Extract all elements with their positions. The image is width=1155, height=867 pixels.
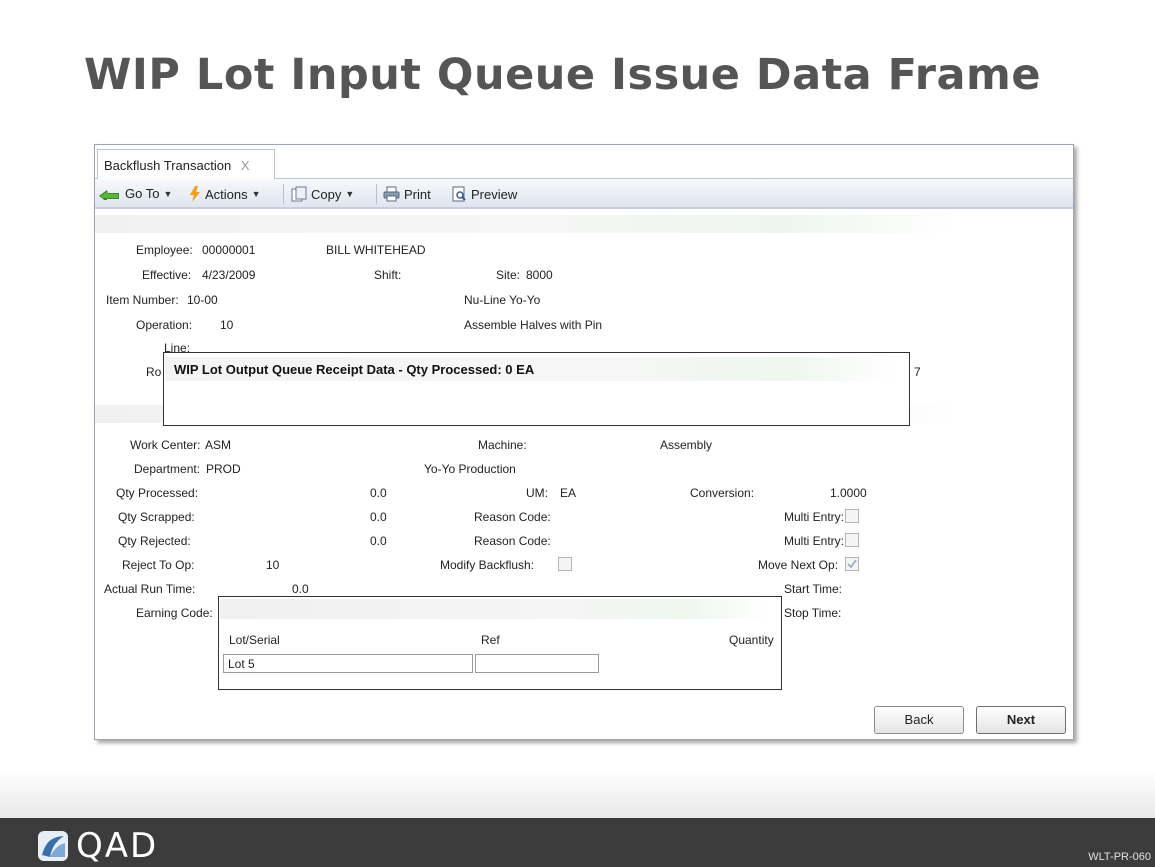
start-time-label: Start Time: xyxy=(784,582,843,596)
toolbar: Go To ▼ Actions ▼ Copy ▼ Print Preview xyxy=(95,179,1073,209)
conversion-label: Conversion: xyxy=(690,486,755,500)
popup-title: WIP Lot Output Queue Receipt Data - Qty … xyxy=(174,362,535,377)
lot-serial-popup: Lot/Serial Ref Quantity Lot 5 xyxy=(218,596,782,690)
chevron-down-icon: ▼ xyxy=(163,188,173,199)
back-button[interactable]: Back xyxy=(874,706,964,734)
um-label: UM: xyxy=(526,486,548,500)
preview-icon xyxy=(452,186,466,202)
next-button[interactable]: Next xyxy=(976,706,1066,734)
operation-value[interactable]: 10 xyxy=(220,318,233,332)
qty-processed-value[interactable]: 0.0 xyxy=(370,486,387,500)
preview-button[interactable]: Preview xyxy=(451,186,517,202)
actual-run-time-value[interactable]: 0.0 xyxy=(292,582,309,596)
earning-code-label: Earning Code: xyxy=(136,606,213,620)
quantity-column-header: Quantity xyxy=(729,633,774,647)
shift-label: Shift: xyxy=(374,268,402,282)
modify-backflush-label: Modify Backflush: xyxy=(440,558,535,572)
employee-label: Employee: xyxy=(136,243,193,257)
effective-value[interactable]: 4/23/2009 xyxy=(202,268,255,282)
section-band xyxy=(95,215,955,233)
item-number-value[interactable]: 10-00 xyxy=(187,293,218,307)
machine-label: Machine: xyxy=(478,438,527,452)
ref-column-header: Ref xyxy=(481,633,500,647)
copy-label: Copy xyxy=(311,186,342,202)
print-label: Print xyxy=(404,186,431,202)
item-description: Nu-Line Yo-Yo xyxy=(464,293,541,307)
multi-entry-checkbox[interactable] xyxy=(845,533,859,547)
qad-logo-text: QAD xyxy=(76,826,159,866)
move-next-op-checkbox[interactable] xyxy=(845,557,859,571)
copy-menu[interactable]: Copy ▼ xyxy=(291,186,354,202)
employee-value[interactable]: 00000001 xyxy=(202,243,255,257)
tab-label: Backflush Transaction xyxy=(104,158,232,173)
checkmark-icon xyxy=(847,559,857,569)
um-value[interactable]: EA xyxy=(560,486,576,500)
lightning-icon xyxy=(190,186,200,202)
department-label: Department: xyxy=(134,462,201,476)
reason-code-label: Reason Code: xyxy=(474,534,551,548)
printer-icon xyxy=(383,186,400,202)
slide-code: WLT-PR-060 xyxy=(1088,851,1151,863)
qty-processed-label: Qty Processed: xyxy=(116,486,199,500)
tab-strip: Backflush Transaction X xyxy=(95,145,1073,180)
actions-menu[interactable]: Actions ▼ xyxy=(189,186,261,202)
lot-serial-column-header: Lot/Serial xyxy=(229,633,280,647)
multi-entry-checkbox[interactable] xyxy=(845,509,859,523)
receipt-data-popup: WIP Lot Output Queue Receipt Data - Qty … xyxy=(163,352,910,426)
department-description: Yo-Yo Production xyxy=(424,462,516,476)
modify-backflush-checkbox[interactable] xyxy=(558,557,572,571)
actual-run-time-label: Actual Run Time: xyxy=(104,582,196,596)
qad-logo: QAD xyxy=(38,826,158,866)
slide-title: WIP Lot Input Queue Issue Data Frame xyxy=(84,50,1041,100)
work-center-value[interactable]: ASM xyxy=(205,438,231,452)
site-value[interactable]: 8000 xyxy=(526,268,553,282)
print-button[interactable]: Print xyxy=(383,186,431,202)
employee-name: BILL WHITEHEAD xyxy=(326,243,426,257)
actions-label: Actions xyxy=(205,186,248,202)
routing-label-partial: Ro xyxy=(146,365,162,379)
reject-to-op-label: Reject To Op: xyxy=(122,558,195,572)
chevron-down-icon: ▼ xyxy=(251,189,261,199)
footer-bar: QAD WLT-PR-060 xyxy=(0,818,1155,867)
item-number-label: Item Number: xyxy=(106,293,179,307)
operation-label: Operation: xyxy=(136,318,193,332)
slide: WIP Lot Input Queue Issue Data Frame Bac… xyxy=(0,0,1155,867)
machine-value: Assembly xyxy=(660,438,713,452)
goto-menu[interactable]: Go To ▼ xyxy=(99,186,172,201)
qad-logo-icon xyxy=(38,831,68,861)
toolbar-divider xyxy=(376,184,377,204)
qty-scrapped-label: Qty Scrapped: xyxy=(118,510,195,524)
reason-code-label: Reason Code: xyxy=(474,510,551,524)
popup-title-band xyxy=(220,599,768,619)
go-to-icon xyxy=(99,189,119,200)
operation-description: Assemble Halves with Pin xyxy=(464,318,603,332)
effective-label: Effective: xyxy=(142,268,192,282)
reject-to-op-value[interactable]: 10 xyxy=(266,558,279,572)
preview-label: Preview xyxy=(471,186,518,202)
multi-entry-label: Multi Entry: xyxy=(784,534,845,548)
multi-entry-label: Multi Entry: xyxy=(784,510,845,524)
chevron-down-icon: ▼ xyxy=(345,189,355,199)
work-center-label: Work Center: xyxy=(130,438,201,452)
conversion-value[interactable]: 1.0000 xyxy=(830,486,867,500)
footer-gradient xyxy=(0,770,1155,818)
qty-scrapped-value[interactable]: 0.0 xyxy=(370,510,387,524)
site-label: Site: xyxy=(496,268,521,282)
copy-icon xyxy=(291,186,307,202)
toolbar-divider xyxy=(283,184,284,204)
department-value[interactable]: PROD xyxy=(206,462,241,476)
close-icon[interactable]: X xyxy=(241,158,250,173)
value-partial: 7 xyxy=(914,365,921,379)
tab-backflush-transaction[interactable]: Backflush Transaction X xyxy=(97,149,275,180)
move-next-op-label: Move Next Op: xyxy=(758,558,839,572)
qty-rejected-value[interactable]: 0.0 xyxy=(370,534,387,548)
goto-label: Go To xyxy=(125,186,160,201)
ref-input[interactable] xyxy=(475,654,599,673)
lot-serial-input[interactable]: Lot 5 xyxy=(223,654,473,673)
stop-time-label: Stop Time: xyxy=(784,606,842,620)
qty-rejected-label: Qty Rejected: xyxy=(118,534,191,548)
